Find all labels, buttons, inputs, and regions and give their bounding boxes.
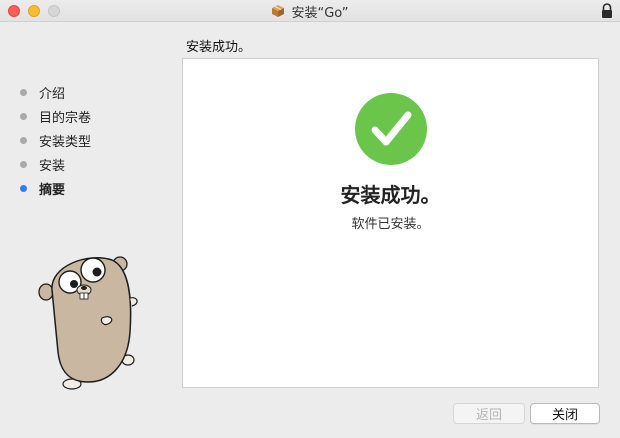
window-title: 安装“Go”	[291, 5, 349, 21]
step-summary: 摘要	[18, 176, 91, 200]
step-installation: 安装	[18, 152, 91, 176]
step-destination: 目的宗卷	[18, 104, 91, 128]
step-installation-type: 安装类型	[18, 128, 91, 152]
step-introduction: 介绍	[18, 80, 91, 104]
step-label: 目的宗卷	[39, 110, 92, 126]
title-bar[interactable]: 安装“Go”	[0, 0, 620, 22]
step-label: 安装	[39, 158, 66, 174]
installer-window: 安装“Go” 安装成功。 介绍 目的宗卷 安装类型 安装 摘要 安装成功。 软件…	[0, 0, 620, 438]
installer-steps: 介绍 目的宗卷 安装类型 安装 摘要	[18, 80, 91, 200]
success-title: 安装成功。	[340, 183, 441, 207]
lock-icon[interactable]	[600, 3, 614, 19]
step-label: 摘要	[39, 182, 66, 198]
package-icon	[272, 5, 285, 17]
close-button[interactable]: 关闭	[530, 403, 600, 424]
step-bullet	[20, 112, 27, 120]
back-button[interactable]: 返回	[453, 403, 525, 424]
step-label: 安装类型	[39, 134, 92, 150]
step-bullet-active	[20, 184, 27, 192]
step-bullet	[20, 88, 27, 96]
step-bullet	[20, 136, 27, 144]
gopher-illustration	[38, 256, 138, 390]
summary-panel: 安装成功。 软件已安装。	[182, 58, 599, 388]
checkmark-icon	[355, 93, 427, 165]
window-title-group: 安装“Go”	[0, 0, 620, 22]
success-subtitle: 软件已安装。	[351, 217, 430, 232]
page-heading: 安装成功。	[186, 40, 252, 55]
step-bullet	[20, 160, 27, 168]
step-label: 介绍	[39, 86, 66, 102]
